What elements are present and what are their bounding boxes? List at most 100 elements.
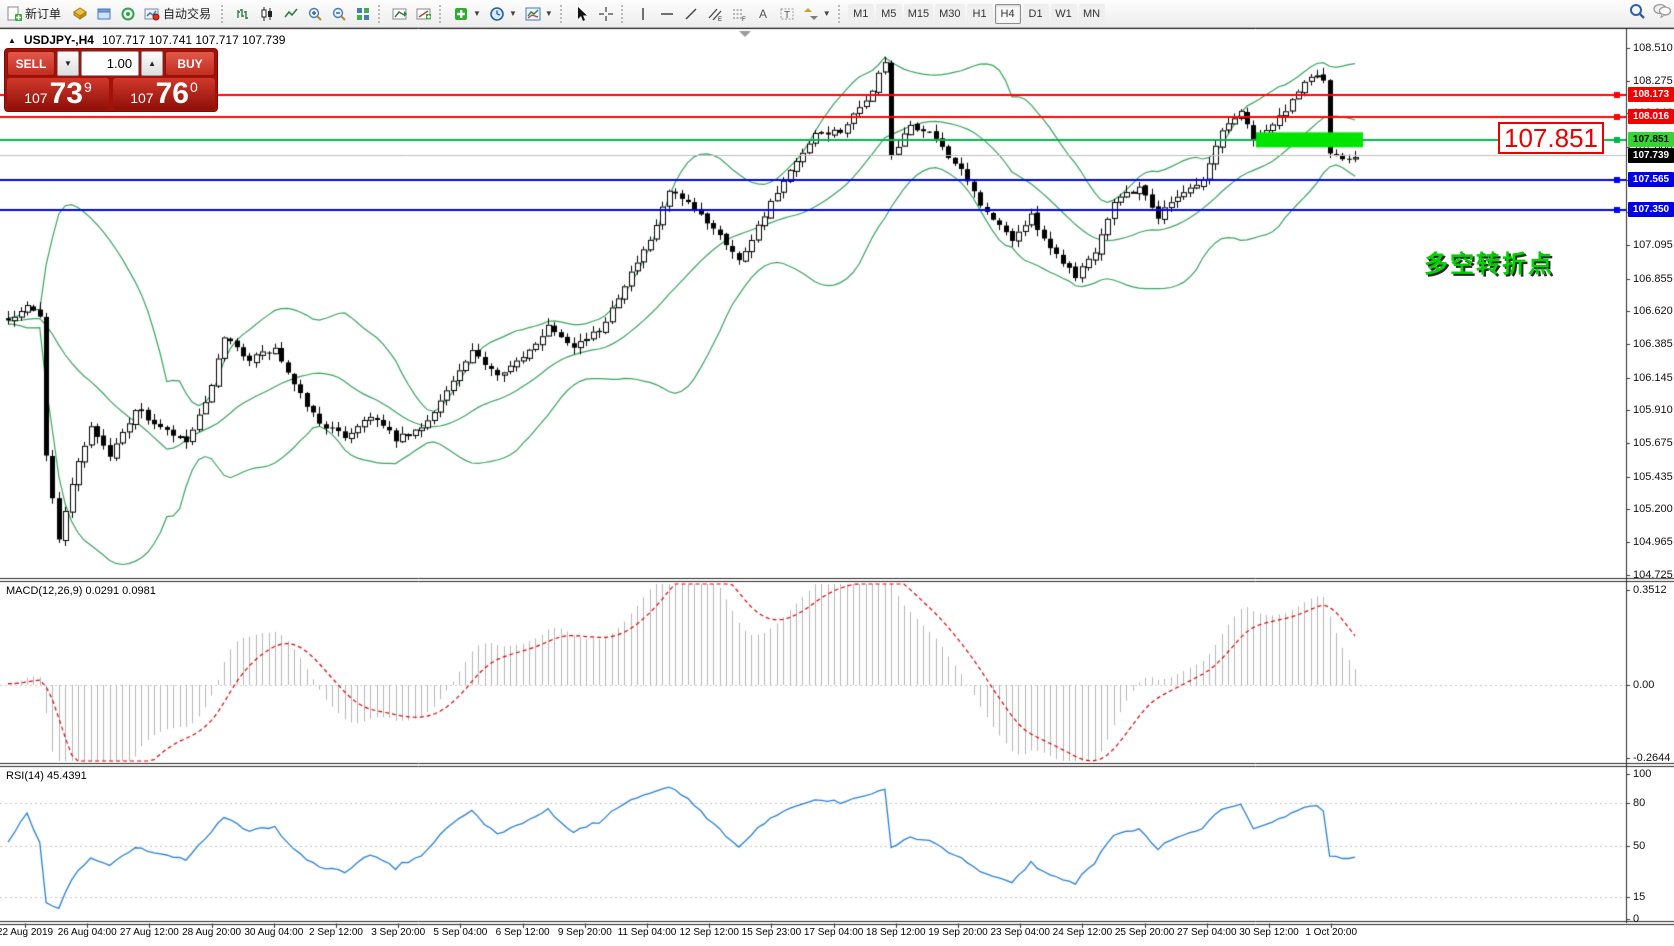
trade-panel-prices: 107 73 9 107 76 0 (7, 78, 215, 110)
add-indicator-icon (453, 6, 469, 22)
bar-chart-icon (235, 6, 251, 22)
one-click-collapse-arrow[interactable]: ▲ (8, 36, 16, 45)
signal-button[interactable] (116, 3, 140, 25)
chevron-down-icon: ▼ (545, 9, 553, 18)
zoom-in-button[interactable] (303, 3, 327, 25)
text-label-button[interactable]: T (775, 3, 799, 25)
sell-price-big: 73 (50, 79, 83, 109)
vertical-line-icon (635, 6, 651, 22)
line-chart-button[interactable] (279, 3, 303, 25)
buy-price[interactable]: 107 76 0 (113, 78, 215, 110)
indicators-window-button[interactable] (388, 3, 412, 25)
price-tick-label: 107.095 (1633, 239, 1673, 251)
bar-chart-button[interactable] (231, 3, 255, 25)
volume-increase-button[interactable]: ▲ (141, 51, 163, 76)
chart-ohlc-values: 107.717 107.741 107.717 107.739 (102, 33, 286, 47)
timeframe-w1[interactable]: W1 (1051, 4, 1077, 24)
rsi-tick-label: 100 (1633, 768, 1651, 780)
volume-decrease-button[interactable]: ▼ (57, 51, 79, 76)
sell-price[interactable]: 107 73 9 (7, 78, 109, 110)
equidistant-channel-icon: E (707, 6, 723, 22)
data-window-icon (96, 6, 112, 22)
cursor-button[interactable] (570, 3, 594, 25)
price-level-badge: 107.739 (1628, 148, 1674, 163)
add-indicator-dropdown[interactable]: ▼ (449, 3, 485, 25)
timeframe-mn[interactable]: MN (1079, 4, 1105, 24)
time-tick-label: 1 Oct 20:00 (1305, 927, 1357, 938)
chart-title-row: ▲ USDJPY-,H4 107.717 107.741 107.717 107… (8, 33, 285, 47)
timeframe-m30[interactable]: M30 (935, 4, 964, 24)
price-level-callout[interactable]: 107.851 (1498, 122, 1604, 154)
market-watch-button[interactable] (68, 3, 92, 25)
chart-annotation-text[interactable]: 多空转折点 (1424, 244, 1554, 279)
price-tick-label: 106.145 (1633, 372, 1673, 384)
timeframe-h1[interactable]: H1 (967, 4, 993, 24)
search-icon[interactable] (1628, 2, 1644, 18)
fibonacci-button[interactable]: F (727, 3, 751, 25)
text-a-icon: A (755, 6, 771, 22)
time-tick-label: 15 Sep 23:00 (742, 927, 802, 938)
equidistant-channel-button[interactable]: E (703, 3, 727, 25)
candlestick-chart-button[interactable] (255, 3, 279, 25)
timeframe-m1[interactable]: M1 (848, 4, 874, 24)
one-click-trading-panel: SELL ▼ ▲ BUY 107 73 9 107 76 0 (4, 48, 218, 112)
trendline-button[interactable] (679, 3, 703, 25)
new-order-icon (6, 6, 22, 22)
timeframe-m15[interactable]: M15 (904, 4, 933, 24)
buy-button[interactable]: BUY (165, 51, 215, 76)
timeframe-h4[interactable]: H4 (995, 4, 1021, 24)
rsi-tick-label: 0 (1633, 913, 1639, 925)
price-tick-label: 106.855 (1633, 273, 1673, 285)
horizontal-line-button[interactable] (655, 3, 679, 25)
price-tick-label: 104.725 (1633, 569, 1673, 581)
timeframe-d1[interactable]: D1 (1023, 4, 1049, 24)
time-tick-label: 11 Sep 04:00 (618, 927, 677, 938)
objects-window-button[interactable] (412, 3, 436, 25)
rsi-tick-label: 80 (1633, 797, 1645, 809)
chevron-down-icon: ▼ (509, 9, 517, 18)
templates-dropdown[interactable]: ▼ (521, 3, 557, 25)
price-level-badge: 107.565 (1628, 172, 1674, 187)
vertical-line-button[interactable] (631, 3, 655, 25)
trendline-icon (683, 6, 699, 22)
objects-window-icon (416, 6, 432, 22)
time-tick-label: 23 Sep 04:00 (990, 927, 1050, 938)
time-tick-label: 24 Sep 12:00 (1053, 927, 1113, 938)
autotrading-button[interactable]: 自动交易 (140, 3, 218, 25)
candlestick-chart-icon (259, 6, 275, 22)
time-tick-label: 22 Aug 2019 (0, 927, 53, 938)
data-window-button[interactable] (92, 3, 116, 25)
toolbar-grip (621, 5, 627, 23)
time-tick-label: 6 Sep 12:00 (496, 927, 550, 938)
clock-icon (489, 6, 505, 22)
rsi-tick-label: 50 (1633, 840, 1645, 852)
text-button[interactable]: A (751, 3, 775, 25)
time-tick-label: 19 Sep 20:00 (928, 927, 988, 938)
time-tick-label: 30 Aug 04:00 (244, 927, 303, 938)
price-tick-label: 108.275 (1633, 75, 1673, 87)
sell-price-prefix: 107 (24, 90, 47, 106)
crosshair-button[interactable] (594, 3, 618, 25)
buy-price-sup: 0 (190, 79, 198, 95)
chat-icon[interactable] (1652, 2, 1668, 18)
zoom-out-button[interactable] (327, 3, 351, 25)
timeframe-group: M1M5M15M30H1H4D1W1MN (848, 4, 1105, 24)
signal-icon (120, 6, 136, 22)
toolbar-grip (439, 5, 445, 23)
time-tick-label: 27 Sep 04:00 (1177, 927, 1237, 938)
sell-button[interactable]: SELL (7, 51, 55, 76)
arrows-icon (803, 6, 819, 22)
text-label-icon: T (779, 6, 795, 22)
timeframe-m5[interactable]: M5 (876, 4, 902, 24)
zoom-out-icon (331, 6, 347, 22)
chart-canvas[interactable] (0, 28, 1674, 946)
time-tick-label: 3 Sep 20:00 (371, 927, 425, 938)
time-tick-label: 12 Sep 12:00 (679, 927, 739, 938)
new-order-button[interactable]: 新订单 (2, 3, 68, 25)
periods-dropdown[interactable]: ▼ (485, 3, 521, 25)
price-level-badge: 107.851 (1628, 132, 1674, 147)
crosshair-icon (598, 6, 614, 22)
tile-windows-button[interactable] (351, 3, 375, 25)
volume-input[interactable] (81, 51, 139, 76)
arrows-dropdown[interactable]: ▼ (799, 3, 835, 25)
